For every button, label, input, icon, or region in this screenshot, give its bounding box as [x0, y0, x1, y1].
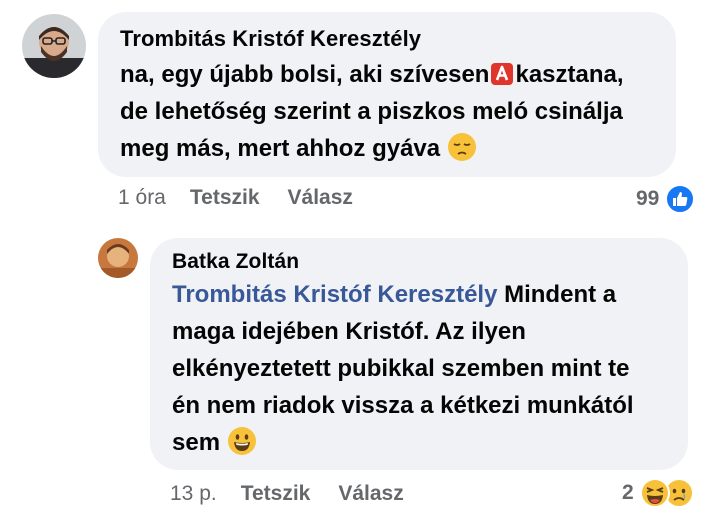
reply-reply-button[interactable]: Válasz — [338, 482, 403, 506]
comment-line-3: meg más, mert ahhoz gyáva — [120, 135, 441, 162]
avatar-replier[interactable] — [98, 238, 138, 278]
reply-author[interactable]: Batka Zoltán — [172, 250, 666, 274]
like-button[interactable]: Tetszik — [190, 186, 260, 210]
comment-timestamp[interactable]: 1 óra — [118, 186, 166, 210]
grinning-face-icon — [227, 426, 257, 456]
comment-reactions[interactable]: 99 — [636, 184, 696, 214]
red-a-button-icon — [490, 62, 514, 86]
reply-reactions[interactable]: 2 — [622, 478, 694, 508]
reply-line-2: maga idejében Kristóf. Az ilyen — [172, 318, 526, 345]
reply-line-1: Mindent a — [504, 281, 617, 308]
reply-button[interactable]: Válasz — [288, 186, 353, 210]
reply-actions: 13 p. Tetszik Válasz — [170, 482, 432, 506]
reply-reaction-count: 2 — [622, 481, 634, 504]
reply-like-button[interactable]: Tetszik — [241, 482, 311, 506]
reply-timestamp[interactable]: 13 p. — [170, 482, 217, 506]
reply-line-4: én nem riadok vissza a kétkezi munkától — [172, 392, 634, 419]
comment-bubble: Trombitás Kristóf Keresztély na, egy úja… — [98, 12, 676, 177]
avatar-commenter[interactable] — [22, 14, 86, 78]
reply-text: Trombitás Kristóf Keresztély Mindent a m… — [172, 276, 666, 461]
comment-text: na, egy újabb bolsi, aki szívesen kasztan… — [120, 56, 654, 167]
reaction-count: 99 — [636, 187, 660, 210]
mention-link[interactable]: Trombitás Kristóf Keresztély — [172, 281, 497, 308]
comment-line-1b: kasztana, — [515, 61, 624, 88]
like-icon — [665, 184, 696, 214]
reply-line-5: sem — [172, 429, 221, 456]
comment-author[interactable]: Trombitás Kristóf Keresztély — [120, 26, 654, 52]
reply-line-3: elkényeztetett pubikkal szemben mint te — [172, 355, 630, 382]
comment-line-1: na, egy újabb bolsi, aki szívesen — [120, 61, 490, 88]
laughing-face-icon — [639, 478, 670, 508]
comment-actions: 1 óra Tetszik Válasz — [118, 186, 381, 210]
comment-line-2: de lehetőség szerint a piszkos meló csin… — [120, 98, 623, 125]
pensive-face-icon — [447, 132, 477, 162]
reply-bubble: Batka Zoltán Trombitás Kristóf Keresztél… — [150, 238, 688, 470]
